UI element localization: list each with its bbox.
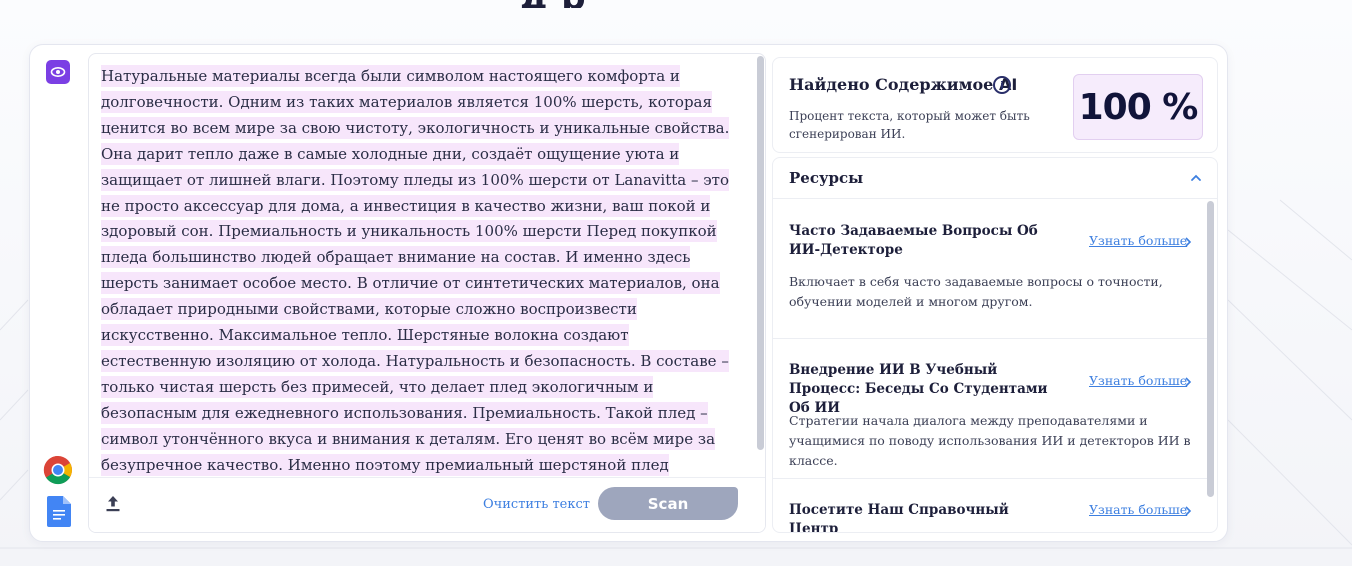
chrome-icon[interactable] <box>43 455 73 485</box>
resources-panel: Ресурсы Часто Задаваемые Вопросы Об ИИ-Д… <box>772 157 1218 533</box>
resources-title: Ресурсы <box>789 169 864 187</box>
resource-item-title: Внедрение ИИ В Учебный Процесс: Беседы С… <box>789 362 1048 416</box>
editor-footer: Очистить текст Scan <box>89 477 765 532</box>
resource-item-description: Включает в себя часто задаваемые вопросы… <box>789 274 1163 309</box>
upload-icon[interactable] <box>105 495 121 513</box>
ai-found-title-text: Найдено Содержимое <box>789 75 999 94</box>
resource-item-help-center: Посетите Наш Справочный Центр Узнать бол… <box>773 479 1209 532</box>
scan-button[interactable]: Scan <box>598 487 738 520</box>
chevron-right-icon[interactable] <box>1183 505 1193 517</box>
resources-header[interactable]: Ресурсы <box>773 158 1217 199</box>
resources-list: Часто Задаваемые Вопросы Об ИИ-Детекторе… <box>773 199 1209 532</box>
learn-more-link[interactable]: Узнать больше <box>1089 502 1187 517</box>
editor-scrollbar[interactable] <box>757 56 764 450</box>
resource-item-description: Стратегии начала диалога между преподава… <box>789 413 1191 468</box>
resource-item-title: Посетите Наш Справочный Центр <box>789 502 1009 532</box>
chevron-up-icon[interactable] <box>1189 171 1203 185</box>
left-rail <box>30 45 86 541</box>
learn-more-link[interactable]: Узнать больше <box>1089 373 1187 388</box>
resource-item-faq: Часто Задаваемые Вопросы Об ИИ-Детекторе… <box>773 199 1209 339</box>
ai-found-title: Найдено Содержимое AI <box>789 75 1017 94</box>
resource-item-title: Часто Задаваемые Вопросы Об ИИ-Детекторе <box>789 223 1038 258</box>
highlighted-ai-text: Натуральные материалы всегда были символ… <box>101 65 730 476</box>
chevron-right-icon[interactable] <box>1183 376 1193 388</box>
ai-found-panel: Найдено Содержимое AI i Процент текста, … <box>772 57 1218 153</box>
chevron-right-icon[interactable] <box>1183 236 1193 248</box>
ai-percent-score: 100 % <box>1073 74 1203 140</box>
page-heading-fragment: д р <box>520 0 587 8</box>
detector-card: Натуральные материалы всегда были символ… <box>29 44 1228 542</box>
clear-text-link[interactable]: Очистить текст <box>483 497 590 512</box>
info-icon[interactable]: i <box>993 76 1011 94</box>
text-editor[interactable]: Натуральные материалы всегда были символ… <box>88 53 766 533</box>
editor-text-area[interactable]: Натуральные материалы всегда были символ… <box>101 64 737 476</box>
learn-more-link[interactable]: Узнать больше <box>1089 233 1187 248</box>
eye-icon <box>50 67 66 77</box>
resource-item-education: Внедрение ИИ В Учебный Процесс: Беседы С… <box>773 339 1209 479</box>
google-docs-icon[interactable] <box>47 496 71 527</box>
ai-found-description: Процент текста, который может быть сгене… <box>789 109 1030 141</box>
results-column: Найдено Содержимое AI i Процент текста, … <box>772 53 1218 533</box>
visibility-toggle-button[interactable] <box>46 60 70 84</box>
resources-scrollbar[interactable] <box>1207 201 1214 497</box>
